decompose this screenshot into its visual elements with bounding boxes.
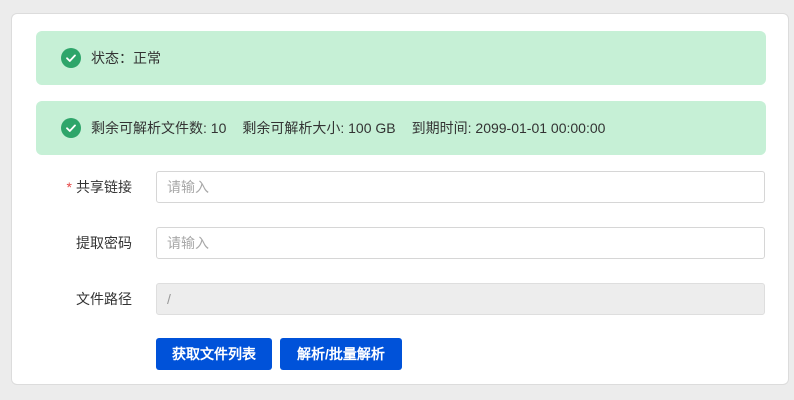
share-link-label: 共享链接 (76, 179, 132, 195)
required-mark: * (66, 179, 72, 195)
check-circle-icon (61, 48, 81, 68)
extract-code-input[interactable] (156, 227, 765, 259)
share-link-label-wrap: * 共享链接 (36, 177, 156, 197)
file-path-input[interactable] (156, 283, 765, 315)
files-remaining-text: 剩余可解析文件数: 10 (91, 120, 227, 136)
quota-alert: 剩余可解析文件数: 10 剩余可解析大小: 100 GB 到期时间: 2099-… (36, 101, 766, 155)
parse-form-card: 状态：正常 剩余可解析文件数: 10 剩余可解析大小: 100 GB 到期时间:… (11, 13, 789, 385)
check-circle-icon (61, 118, 81, 138)
file-path-label: 文件路径 (76, 291, 132, 307)
size-remaining-text: 剩余可解析大小: 100 GB (242, 120, 396, 136)
action-buttons: 获取文件列表 解析/批量解析 (156, 338, 402, 370)
share-link-input[interactable] (156, 171, 765, 203)
file-path-row: 文件路径 (36, 283, 766, 315)
status-text: 状态：正常 (91, 50, 161, 66)
get-file-list-button[interactable]: 获取文件列表 (156, 338, 272, 370)
status-alert: 状态：正常 (36, 31, 766, 85)
extract-code-row: 提取密码 (36, 227, 766, 259)
share-link-row: * 共享链接 (36, 171, 766, 203)
parse-button[interactable]: 解析/批量解析 (280, 338, 402, 370)
extract-code-label: 提取密码 (76, 235, 132, 251)
expiry-text: 到期时间: 2099-01-01 00:00:00 (411, 120, 606, 136)
